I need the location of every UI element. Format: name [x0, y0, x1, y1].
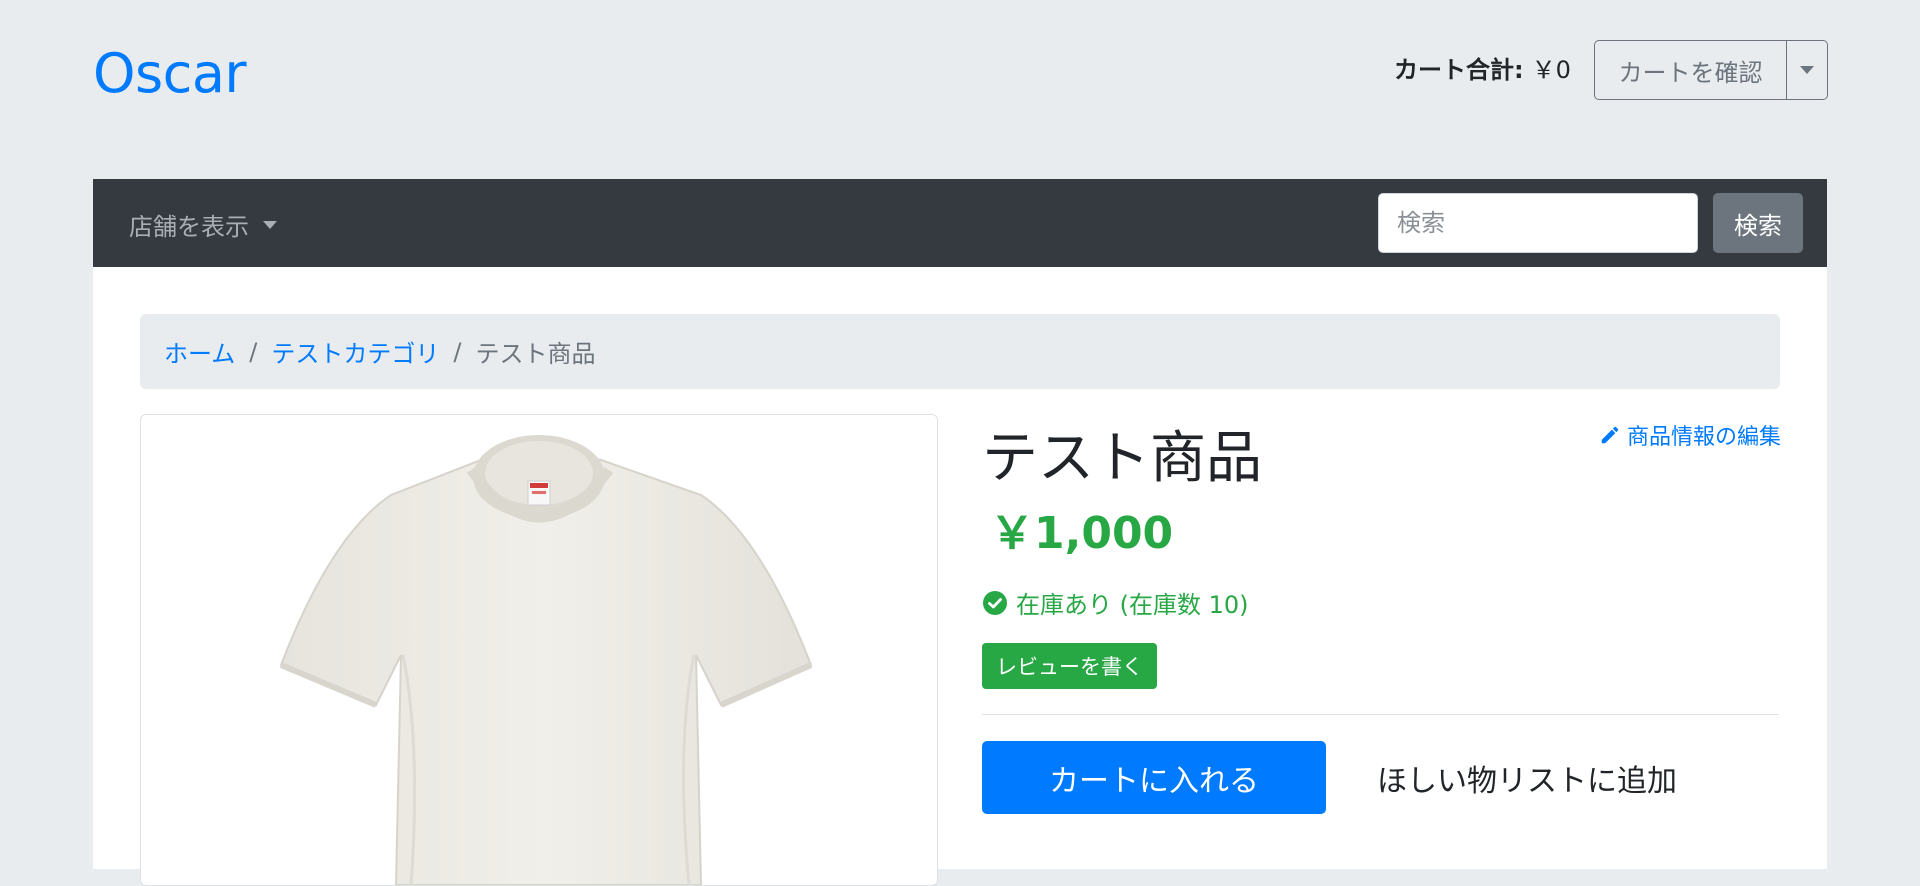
brand-logo[interactable]: Oscar: [93, 42, 247, 105]
breadcrumb-separator: /: [249, 337, 258, 366]
write-review-button[interactable]: レビューを書く: [982, 643, 1157, 689]
add-to-cart-button[interactable]: カートに入れる: [982, 741, 1326, 814]
stock-status: 在庫あり (在庫数 10): [982, 585, 1249, 620]
cart-total-value: ￥0: [1531, 56, 1571, 84]
divider: [982, 714, 1779, 715]
pencil-icon: [1601, 426, 1619, 444]
caret-down-icon: [263, 220, 277, 229]
breadcrumb-home[interactable]: ホーム: [164, 334, 235, 369]
cart-dropdown-toggle[interactable]: [1787, 41, 1827, 99]
main-content: ホーム / テストカテゴリ / テスト商品 テスト商品 商品情報の編集 ￥1,0…: [93, 267, 1827, 886]
view-cart-button[interactable]: カートを確認: [1595, 41, 1787, 99]
breadcrumb-current: テスト商品: [475, 340, 596, 368]
view-cart-button-group: カートを確認: [1594, 40, 1828, 100]
search-button[interactable]: 検索: [1713, 193, 1803, 253]
search-input[interactable]: [1378, 193, 1698, 253]
breadcrumb-category[interactable]: テストカテゴリ: [271, 334, 439, 369]
edit-product-label: 商品情報の編集: [1627, 425, 1782, 450]
product-title: テスト商品: [982, 426, 1262, 491]
product-image[interactable]: [140, 414, 938, 886]
caret-down-icon: [1800, 66, 1814, 74]
cart-total-label: カート合計:: [1394, 56, 1524, 84]
breadcrumb-separator: /: [453, 337, 462, 366]
add-to-wishlist-button[interactable]: ほしい物リストに追加: [1377, 741, 1677, 814]
main-navbar: 店舗を表示 検索: [93, 179, 1827, 267]
breadcrumb: ホーム / テストカテゴリ / テスト商品: [140, 314, 1780, 389]
cart-total: カート合計: ￥0: [1394, 50, 1571, 85]
edit-product-link[interactable]: 商品情報の編集: [1599, 419, 1781, 451]
browse-store-dropdown[interactable]: 店舗を表示: [129, 207, 277, 242]
stock-status-text: 在庫あり (在庫数 10): [1016, 591, 1249, 619]
check-circle-icon: [983, 590, 1007, 615]
tshirt-image: [279, 435, 813, 885]
browse-store-label: 店舗を表示: [129, 213, 249, 241]
product-price: ￥1,000: [990, 508, 1174, 559]
